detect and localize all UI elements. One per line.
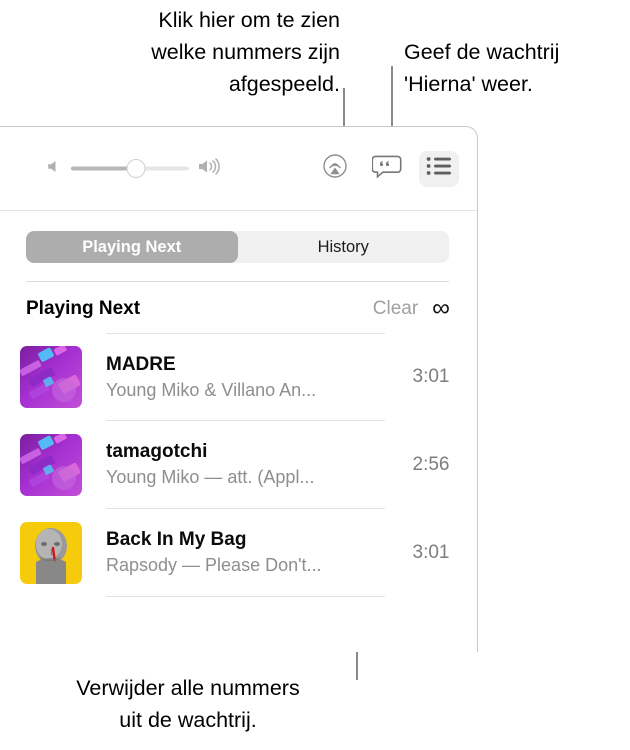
track-info: tamagotchi Young Miko — att. (Appl... [106, 421, 385, 509]
track-row[interactable]: MADRE Young Miko & Villano An... 3:01 [0, 333, 477, 421]
track-duration: 2:56 [412, 454, 450, 475]
track-subtitle: Young Miko — att. (Appl... [106, 467, 315, 487]
track-info: MADRE Young Miko & Villano An... [106, 333, 385, 421]
track-subtitle: Rapsody — Please Don't... [106, 555, 322, 575]
player-toolbar [0, 127, 477, 211]
album-art-yellow [20, 522, 82, 584]
queue-section-title: Playing Next [26, 297, 141, 319]
music-app-window: Playing Next History Playing Next Clear … [0, 126, 478, 652]
toolbar-actions [315, 150, 459, 187]
airplay-button[interactable] [315, 151, 355, 187]
volume-slider-knob[interactable] [126, 159, 146, 178]
lyrics-button[interactable] [367, 151, 407, 187]
queue-tabs: Playing Next History [26, 231, 449, 263]
queue-list-icon [426, 155, 452, 182]
lyrics-icon [371, 152, 402, 185]
album-art-purple [20, 434, 82, 496]
queue-header: Playing Next Clear ∞ [18, 282, 477, 333]
callout-caption-history: Klik hier om te zien welke nummers zijn … [151, 8, 340, 96]
callout-caption-clear: Verwijder alle nummers uit de wachtrij. [76, 676, 300, 732]
track-title: Back In My Bag [106, 529, 247, 550]
speaker-high-icon [197, 157, 223, 180]
volume-slider[interactable] [71, 159, 189, 178]
queue-button[interactable] [419, 150, 459, 187]
infinity-autoplay-icon[interactable]: ∞ [432, 296, 450, 321]
speaker-low-icon [46, 158, 63, 179]
track-info: Back In My Bag Rapsody — Please Don't... [106, 509, 385, 597]
album-art-purple [20, 346, 82, 408]
track-title: MADRE [106, 353, 176, 375]
queue-tabs-container: Playing Next History [0, 211, 477, 263]
clear-queue-button[interactable]: Clear [373, 298, 418, 320]
tab-history[interactable]: History [238, 231, 450, 263]
screenshot-root: Klik hier om te zien welke nummers zijn … [0, 0, 630, 750]
track-row[interactable]: Back In My Bag Rapsody — Please Don't...… [0, 509, 477, 597]
track-duration: 3:01 [412, 542, 450, 563]
track-row[interactable]: tamagotchi Young Miko — att. (Appl... 2:… [0, 421, 477, 509]
callout-caption-queue: Geef de wachtrij 'Hierna' weer. [404, 40, 560, 96]
track-duration: 3:01 [412, 366, 450, 387]
track-subtitle: Young Miko & Villano An... [106, 379, 317, 400]
volume-control[interactable] [46, 157, 223, 180]
track-title: tamagotchi [106, 441, 208, 462]
queue-track-list: MADRE Young Miko & Villano An... 3:01 ta… [0, 333, 477, 597]
airplay-icon [322, 153, 348, 184]
tab-playing-next[interactable]: Playing Next [26, 231, 238, 263]
